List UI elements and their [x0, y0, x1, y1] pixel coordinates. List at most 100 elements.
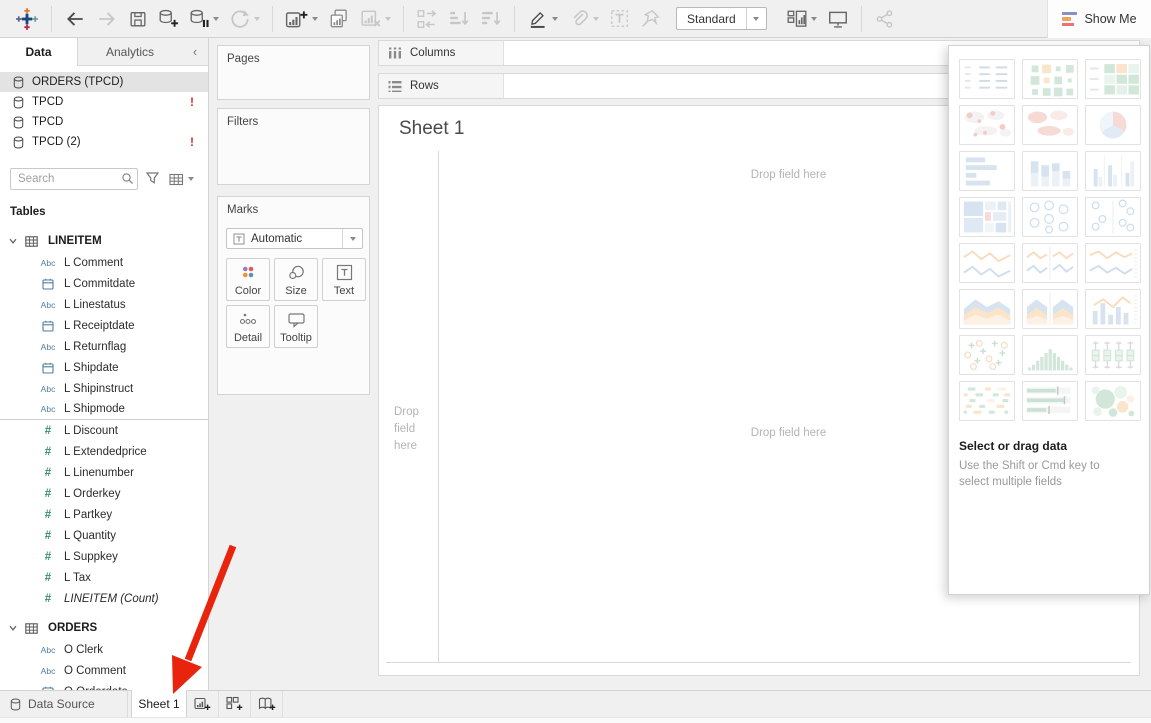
tab-analytics[interactable]: Analytics [78, 38, 182, 65]
new-worksheet-icon[interactable] [280, 4, 323, 34]
undo-icon[interactable] [59, 4, 91, 34]
field-item[interactable]: #L Extendedprice [0, 441, 208, 462]
show-me-chart-scatter-plot[interactable] [959, 335, 1015, 375]
show-me-chart-continuous-area[interactable] [959, 289, 1015, 329]
show-me-chart-bullet-graph[interactable] [1022, 381, 1078, 421]
table-group-header[interactable]: LINEITEM [0, 230, 208, 252]
show-me-chart-circle-views[interactable] [1022, 197, 1078, 237]
field-item[interactable]: L Commitdate [0, 273, 208, 294]
field-item[interactable]: #LINEITEM (Count) [0, 588, 208, 609]
color-button[interactable]: Color [226, 258, 270, 301]
field-item[interactable]: #L Suppkey [0, 546, 208, 567]
show-me-chart-gantt[interactable] [959, 381, 1015, 421]
chevron-down-icon[interactable] [8, 236, 18, 246]
filters-card[interactable]: Filters [217, 108, 370, 185]
field-item[interactable]: AbcL Shipinstruct [0, 378, 208, 399]
show-hide-cards-icon[interactable] [781, 4, 822, 34]
group-members-caret[interactable] [593, 17, 599, 21]
show-hide-cards-caret[interactable] [811, 17, 817, 21]
mark-type-select[interactable]: Automatic [226, 228, 363, 249]
table-group-header[interactable]: ORDERS [0, 617, 208, 639]
duplicate-sheet-icon[interactable] [323, 4, 355, 34]
datasource-item[interactable]: TPCD (2)! [0, 132, 208, 152]
show-me-chart-dual-combination[interactable] [1085, 289, 1141, 329]
field-item[interactable]: AbcL Linestatus [0, 294, 208, 315]
size-button[interactable]: Size [274, 258, 318, 301]
pause-auto-updates-icon[interactable] [184, 4, 224, 34]
filter-fields-icon[interactable] [142, 170, 163, 188]
show-me-chart-filled-map[interactable] [1022, 105, 1078, 145]
show-me-chart-treemap[interactable] [959, 197, 1015, 237]
run-auto-updates-icon[interactable] [224, 4, 265, 34]
redo-icon[interactable] [91, 4, 123, 34]
new-worksheet-tab-icon[interactable] [187, 691, 219, 717]
sort-ascending-icon[interactable] [443, 4, 475, 34]
field-item[interactable]: L Shipdate [0, 357, 208, 378]
tooltip-button[interactable]: Tooltip [274, 305, 318, 348]
field-item[interactable]: AbcO Clerk [0, 639, 208, 660]
field-item[interactable]: #L Quantity [0, 525, 208, 546]
show-me-chart-horizontal-bars[interactable] [959, 151, 1015, 191]
show-me-button[interactable]: Show Me [1047, 0, 1151, 38]
field-item[interactable]: AbcL Shipmode [0, 399, 208, 420]
swap-rows-columns-icon[interactable] [411, 4, 443, 34]
sheet-1-tab[interactable]: Sheet 1 [131, 690, 187, 717]
group-members-icon[interactable] [563, 4, 604, 34]
collapse-panel-icon[interactable]: ‹ [182, 38, 208, 65]
new-dashboard-tab-icon[interactable] [219, 691, 251, 717]
field-item[interactable]: L Receiptdate [0, 315, 208, 336]
sort-descending-icon[interactable] [475, 4, 507, 34]
pause-auto-updates-caret[interactable] [213, 17, 219, 21]
clear-sheet-caret[interactable] [385, 17, 391, 21]
highlighter-icon[interactable] [522, 4, 563, 34]
fit-selector-caret[interactable] [746, 8, 766, 29]
data-source-tab[interactable]: Data Source [0, 691, 128, 717]
show-me-chart-pie-chart[interactable] [1085, 105, 1141, 145]
show-me-chart-packed-bubbles[interactable] [1085, 381, 1141, 421]
show-me-chart-text-table[interactable] [959, 59, 1015, 99]
search-input[interactable] [10, 168, 138, 190]
chevron-down-icon[interactable] [8, 623, 18, 633]
mark-type-caret[interactable] [342, 229, 362, 248]
show-me-chart-dual-lines[interactable] [1085, 243, 1141, 283]
show-me-chart-heat-map[interactable] [1022, 59, 1078, 99]
new-worksheet-caret[interactable] [312, 17, 318, 21]
pages-card[interactable]: Pages [217, 45, 370, 100]
detail-button[interactable]: Detail [226, 305, 270, 348]
new-story-tab-icon[interactable] [251, 691, 283, 717]
save-icon[interactable] [123, 4, 153, 34]
show-mark-labels-icon[interactable] [604, 4, 635, 34]
show-me-chart-highlight-table[interactable] [1085, 59, 1141, 99]
show-me-chart-box-and-whisker[interactable] [1085, 335, 1141, 375]
tableau-logo-icon[interactable] [10, 4, 44, 34]
field-item[interactable]: AbcL Comment [0, 252, 208, 273]
new-data-source-icon[interactable] [153, 4, 184, 34]
show-me-chart-symbol-map[interactable] [959, 105, 1015, 145]
field-item[interactable]: AbcL Returnflag [0, 336, 208, 357]
field-item[interactable]: #L Orderkey [0, 483, 208, 504]
show-me-chart-histogram[interactable] [1022, 335, 1078, 375]
share-workbook-icon[interactable] [869, 4, 901, 34]
text-button[interactable]: Text [322, 258, 366, 301]
view-options-icon[interactable] [167, 173, 194, 186]
field-item[interactable]: #L Discount [0, 420, 208, 441]
fit-selector[interactable]: Standard [676, 7, 767, 30]
datasource-item[interactable]: TPCD [0, 112, 208, 132]
field-item[interactable]: #L Partkey [0, 504, 208, 525]
datasource-item[interactable]: TPCD! [0, 92, 208, 112]
show-me-chart-stacked-bars[interactable] [1022, 151, 1078, 191]
field-item[interactable]: #L Linenumber [0, 462, 208, 483]
datasource-item[interactable]: ORDERS (TPCD) [0, 72, 208, 92]
field-item[interactable]: AbcO Comment [0, 660, 208, 681]
field-item[interactable]: O Orderdate [0, 681, 208, 690]
clear-sheet-icon[interactable] [355, 4, 396, 34]
tab-data[interactable]: Data [0, 38, 78, 66]
field-item[interactable]: #L Tax [0, 567, 208, 588]
run-auto-updates-caret[interactable] [254, 17, 260, 21]
highlighter-caret[interactable] [552, 17, 558, 21]
show-me-chart-side-by-side-circles[interactable] [1085, 197, 1141, 237]
show-me-chart-discrete-area[interactable] [1022, 289, 1078, 329]
presentation-mode-icon[interactable] [822, 4, 854, 34]
drop-field-left[interactable]: Drop field here [394, 404, 434, 455]
show-me-chart-discrete-lines[interactable] [1022, 243, 1078, 283]
